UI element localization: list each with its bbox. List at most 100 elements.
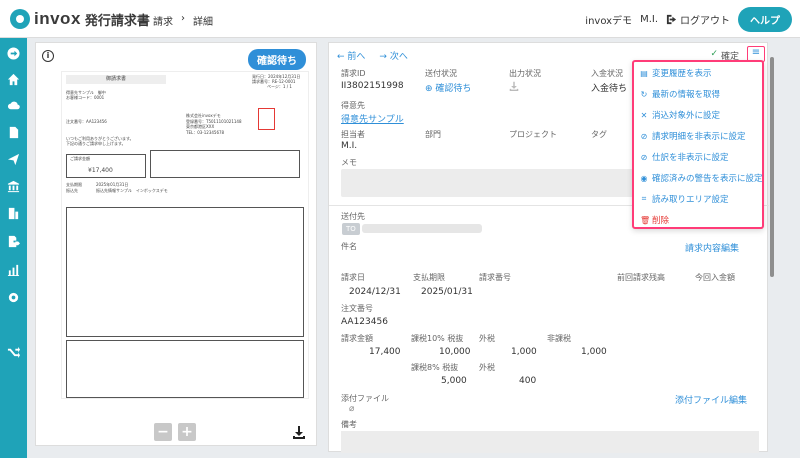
prev-button[interactable]: ← 前へ bbox=[337, 49, 365, 62]
scrollbar-thumb[interactable] bbox=[770, 57, 774, 277]
next-label: 次へ bbox=[389, 52, 408, 62]
menu-item-show-warnings[interactable]: ◉ 確認済みの警告を表示に設定 bbox=[640, 171, 763, 185]
label-client: 得意先 bbox=[341, 101, 365, 110]
edit-attachments-link[interactable]: 添付ファイル編集 bbox=[675, 393, 747, 406]
label-owner: 担当者 bbox=[341, 130, 365, 139]
menu-item-read-area[interactable]: ⌗ 読み取りエリア設定 bbox=[640, 192, 729, 206]
label-billing-date: 請求日 bbox=[341, 273, 365, 282]
label-current-total: 今回入金額 bbox=[695, 273, 735, 282]
breadcrumb-invoices[interactable]: 請求 bbox=[153, 13, 173, 28]
menu-item-refresh[interactable]: ↻ 最新の情報を取得 bbox=[640, 87, 720, 101]
billing-date: 2024/12/31 bbox=[349, 287, 401, 297]
download-icon[interactable] bbox=[292, 425, 306, 439]
label-project: プロジェクト bbox=[509, 130, 557, 139]
app-header: invox 発行請求書 請求 › 詳細 invoxデモ M.I. ログアウト ヘ… bbox=[0, 0, 800, 38]
info-icon[interactable]: i bbox=[42, 50, 54, 62]
menu-item-label: 消込対象外に設定 bbox=[652, 111, 721, 121]
remarks-field[interactable] bbox=[341, 431, 759, 453]
chart-icon[interactable] bbox=[6, 262, 21, 277]
prev-label: 前へ bbox=[347, 52, 366, 62]
zoom-out-button[interactable]: − bbox=[154, 423, 172, 441]
menu-item-label: 最新の情報を取得 bbox=[652, 90, 721, 100]
label-remarks: 備考 bbox=[341, 420, 357, 429]
send-status[interactable]: ⊕ 確認待ち bbox=[425, 81, 471, 94]
eye-off-icon: ⊘ bbox=[640, 152, 648, 162]
eye-off-icon: ⊘ bbox=[640, 131, 648, 141]
doc-notes-box bbox=[66, 340, 304, 398]
label-taxable10: 課税10% 税抜 bbox=[411, 334, 464, 343]
eye-icon: ◉ bbox=[640, 173, 648, 183]
doc-bank-label: 振込先 bbox=[66, 188, 78, 193]
logo-text: invox bbox=[34, 9, 81, 28]
menu-item-exclude[interactable]: ✕ 消込対象外に設定 bbox=[640, 108, 720, 122]
invoice-id: II3802151998 bbox=[341, 81, 404, 91]
arrow-right-icon[interactable] bbox=[6, 46, 21, 61]
company-seal bbox=[258, 108, 275, 130]
to-badge: TO bbox=[342, 223, 360, 235]
logo-mark-icon bbox=[10, 9, 30, 29]
label-subject: 件名 bbox=[341, 242, 357, 251]
label-payment-status: 入金状況 bbox=[591, 69, 623, 78]
bank-icon[interactable] bbox=[6, 179, 21, 194]
scrollbar[interactable] bbox=[768, 42, 776, 452]
help-button[interactable]: ヘルプ bbox=[738, 7, 792, 32]
label-send-status: 送付状況 bbox=[425, 69, 457, 78]
zoom-in-button[interactable]: + bbox=[178, 423, 196, 441]
menu-item-label: 仕訳を非表示に設定 bbox=[652, 153, 729, 163]
user-org: invoxデモ bbox=[585, 16, 633, 27]
logout-label: ログアウト bbox=[680, 16, 730, 27]
document-icon[interactable] bbox=[6, 125, 21, 140]
breadcrumb-detail: 詳細 bbox=[193, 17, 213, 28]
refresh-icon: ↻ bbox=[640, 89, 648, 99]
send-icon[interactable] bbox=[6, 152, 21, 167]
doc-greeting-2: 下記の通りご請求申し上げます。 bbox=[66, 141, 126, 146]
client-link[interactable]: 得意先サンプル bbox=[341, 112, 404, 125]
breadcrumb-separator: › bbox=[181, 13, 185, 24]
menu-item-label: 請求明細を非表示に設定 bbox=[652, 132, 746, 142]
outside10: 1,000 bbox=[511, 347, 537, 357]
user-name: M.I. bbox=[640, 14, 658, 25]
doc-items-table bbox=[66, 207, 304, 337]
app-logo[interactable]: invox 発行請求書 bbox=[10, 9, 150, 29]
label-recipient: 送付先 bbox=[341, 212, 365, 221]
paperclip-icon[interactable]: ⌀ bbox=[349, 404, 354, 414]
menu-item-label: 削除 bbox=[652, 216, 670, 226]
trash-icon: 🗑 bbox=[640, 215, 651, 225]
label-taxable8: 課税8% 税抜 bbox=[411, 363, 459, 372]
taxable8: 5,000 bbox=[441, 376, 467, 386]
logo-subtitle: 発行請求書 bbox=[84, 13, 150, 29]
menu-item-label: 確認済みの警告を表示に設定 bbox=[652, 174, 763, 184]
label-department: 部門 bbox=[425, 130, 441, 139]
breadcrumb: 請求 › 詳細 bbox=[153, 13, 213, 28]
menu-item-delete[interactable]: 🗑 削除 bbox=[640, 213, 669, 227]
gear-icon[interactable] bbox=[6, 290, 21, 305]
label-prev-balance: 前回請求残高 bbox=[617, 273, 665, 282]
shuffle-icon[interactable] bbox=[6, 344, 21, 359]
order-no: AA123456 bbox=[341, 317, 388, 327]
hamburger-icon: ≡ bbox=[751, 47, 761, 58]
logout-button[interactable]: ログアウト bbox=[666, 12, 730, 27]
label-invoice-id: 請求ID bbox=[341, 69, 366, 78]
nontaxable: 1,000 bbox=[581, 347, 607, 357]
menu-item-label: 変更履歴を表示 bbox=[652, 69, 712, 79]
menu-item-hide-lines[interactable]: ⊘ 請求明細を非表示に設定 bbox=[640, 129, 746, 143]
file-export-icon[interactable] bbox=[6, 234, 21, 249]
edit-content-link[interactable]: 請求内容編集 bbox=[685, 241, 739, 254]
actions-menu: ▤ 変更履歴を表示 ↻ 最新の情報を取得 ✕ 消込対象外に設定 ⊘ 請求明細を非表示に設… bbox=[632, 60, 764, 229]
home-icon[interactable] bbox=[6, 72, 21, 87]
doc-bank: 振込先情報サンプル インボックスデモ bbox=[96, 188, 168, 193]
building-icon[interactable] bbox=[6, 206, 21, 221]
taxable10: 10,000 bbox=[439, 347, 471, 357]
label-billing-amount: 請求金額 bbox=[341, 334, 373, 343]
doc-customer-code: お客様コード：0001 bbox=[66, 95, 105, 100]
globe-icon: ⊕ bbox=[425, 84, 433, 94]
send-status-value: 確認待ち bbox=[435, 84, 472, 94]
label-tag: タグ bbox=[591, 130, 607, 139]
label-billing-no: 請求番号 bbox=[479, 273, 511, 282]
cloud-upload-icon[interactable] bbox=[6, 98, 21, 113]
menu-item-history[interactable]: ▤ 変更履歴を表示 bbox=[640, 66, 712, 80]
logout-icon bbox=[666, 14, 677, 25]
invoice-document: 御請求書 発行日：2024年12月31日 請求番号：RE-12-0001 ページ… bbox=[61, 71, 309, 399]
next-button[interactable]: → 次へ bbox=[379, 49, 407, 62]
menu-item-hide-journal[interactable]: ⊘ 仕訳を非表示に設定 bbox=[640, 150, 729, 164]
